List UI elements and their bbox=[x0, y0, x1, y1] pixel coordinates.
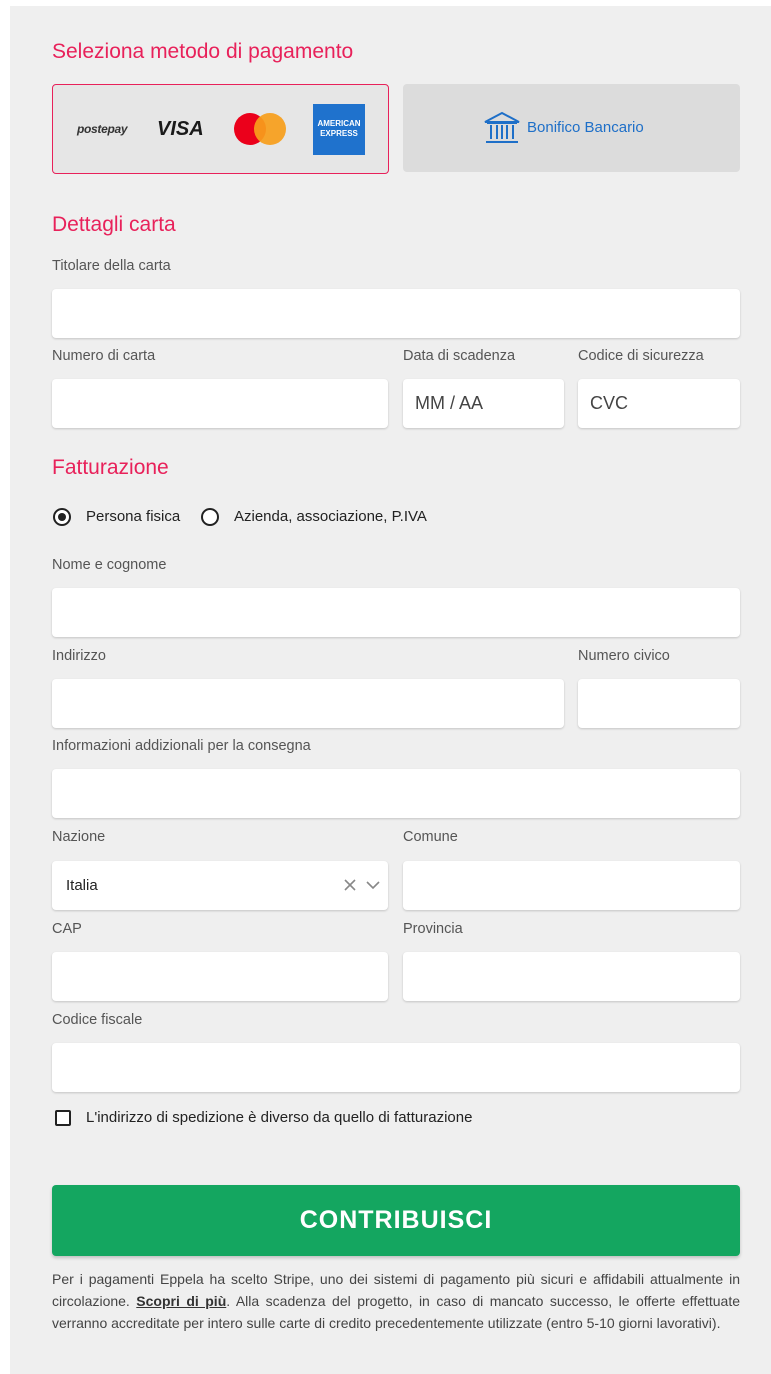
radio-person[interactable] bbox=[53, 508, 71, 526]
city-label: Comune bbox=[403, 829, 458, 845]
expiry-label: Data di scadenza bbox=[403, 348, 516, 364]
address-label: Indirizzo bbox=[52, 648, 106, 664]
different-shipping-label[interactable]: L'indirizzo di spedizione è diverso da q… bbox=[86, 1109, 472, 1126]
bank-transfer-option[interactable]: Bonifico Bancario bbox=[403, 84, 740, 172]
chevron-down-icon[interactable] bbox=[366, 881, 380, 890]
country-select[interactable]: Italia bbox=[52, 861, 388, 910]
fiscal-code-input[interactable] bbox=[52, 1043, 740, 1092]
expiry-input[interactable] bbox=[403, 379, 564, 428]
civic-number-input[interactable] bbox=[578, 679, 740, 728]
clear-icon[interactable] bbox=[344, 879, 356, 891]
cap-input[interactable] bbox=[52, 952, 388, 1001]
additional-info-input[interactable] bbox=[52, 769, 740, 818]
cvc-input[interactable] bbox=[578, 379, 740, 428]
radio-person-label[interactable]: Persona fisica bbox=[86, 508, 180, 525]
address-input[interactable] bbox=[52, 679, 564, 728]
country-label: Nazione bbox=[52, 829, 106, 845]
civic-number-label: Numero civico bbox=[578, 648, 670, 664]
postepay-logo: postepay bbox=[77, 122, 128, 136]
card-payment-option[interactable]: postepay VISA AMERICAN EXPRESS bbox=[52, 84, 389, 174]
fiscal-code-label: Codice fiscale bbox=[52, 1012, 143, 1028]
cardholder-input[interactable] bbox=[52, 289, 740, 338]
amex-logo: AMERICAN EXPRESS bbox=[313, 104, 365, 155]
province-input[interactable] bbox=[403, 952, 740, 1001]
mastercard-logo bbox=[234, 113, 286, 145]
card-number-input[interactable] bbox=[52, 379, 388, 428]
bank-transfer-label: Bonifico Bancario bbox=[527, 119, 644, 136]
payment-disclaimer: Per i pagamenti Eppela ha scelto Stripe,… bbox=[52, 1268, 740, 1334]
name-input[interactable] bbox=[52, 588, 740, 637]
billing-title: Fatturazione bbox=[52, 456, 169, 479]
card-details-title: Dettagli carta bbox=[52, 213, 176, 236]
payment-method-title: Seleziona metodo di pagamento bbox=[52, 40, 354, 63]
visa-logo: VISA bbox=[157, 118, 204, 140]
contribute-button[interactable]: CONTRIBUISCI bbox=[52, 1185, 740, 1256]
city-input[interactable] bbox=[403, 861, 740, 910]
bank-icon bbox=[484, 111, 520, 143]
province-label: Provincia bbox=[403, 921, 463, 937]
cardholder-label: Titolare della carta bbox=[52, 258, 171, 274]
learn-more-link[interactable]: Scopri di più bbox=[136, 1293, 226, 1309]
card-number-label: Numero di carta bbox=[52, 348, 156, 364]
cvc-label: Codice di sicurezza bbox=[578, 348, 704, 364]
additional-info-label: Informazioni addizionali per la consegna bbox=[52, 738, 311, 754]
radio-company[interactable] bbox=[201, 508, 219, 526]
name-label: Nome e cognome bbox=[52, 557, 167, 573]
radio-company-label[interactable]: Azienda, associazione, P.IVA bbox=[234, 508, 427, 525]
cap-label: CAP bbox=[52, 921, 82, 937]
different-shipping-checkbox[interactable] bbox=[55, 1110, 71, 1126]
country-value: Italia bbox=[66, 877, 98, 894]
